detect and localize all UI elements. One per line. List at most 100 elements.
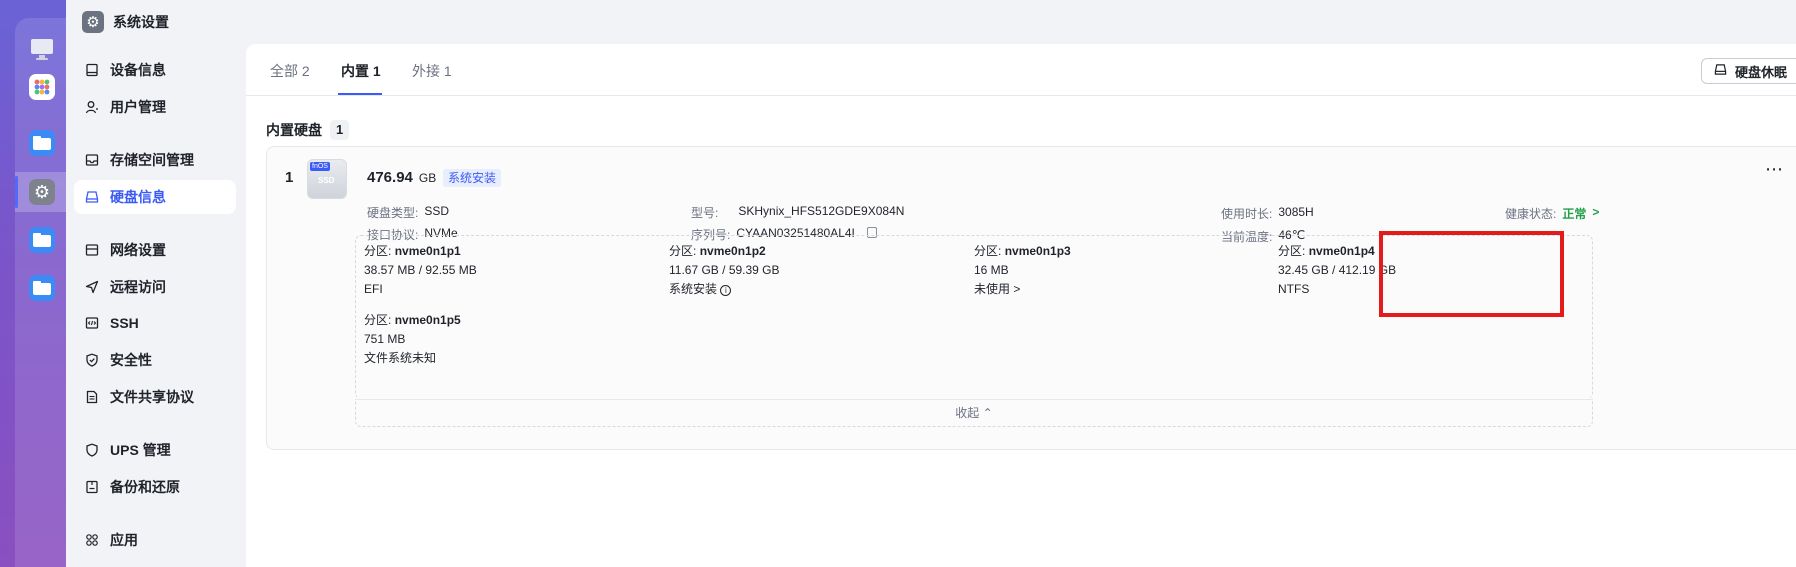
partition-label: 分区: (364, 244, 392, 258)
device-icon (84, 62, 100, 78)
section-title-text: 内置硬盘 (266, 122, 322, 138)
sidebar-item-disk-info[interactable]: 硬盘信息 (74, 180, 236, 214)
more-options-icon[interactable]: ⋯ (1765, 159, 1783, 180)
sidebar-item-label: 存储空间管理 (110, 152, 194, 168)
partition-item: 分区: nvme0n1p5 751 MB 文件系统未知 (364, 311, 461, 368)
ssd-icon: fnOS SSD (307, 159, 347, 199)
field-value: SKHynix_HFS512GDE9X084N (738, 204, 905, 218)
sidebar-item-network[interactable]: 网络设置 (74, 233, 236, 267)
settings-logo-icon: ⚙ (82, 11, 104, 33)
field-value: SSD (424, 204, 450, 218)
partition-name: nvme0n1p5 (394, 313, 461, 327)
ssd-icon-tag: fnOS (310, 162, 330, 171)
partition-name: nvme0n1p1 (394, 244, 461, 258)
red-highlight-box (1379, 231, 1564, 317)
partition-filesystem: EFI (364, 282, 383, 296)
app-grid-icon[interactable] (29, 74, 55, 100)
disk-health-field[interactable]: 健康状态: 正常 > (1505, 205, 1599, 222)
settings-icon[interactable]: ⚙ (29, 179, 55, 205)
sidebar-item-label: 备份和还原 (110, 479, 180, 495)
disk-size: 476.94 GB (367, 169, 436, 186)
sidebar-item-backup[interactable]: 备份和还原 (74, 470, 236, 504)
app-title-text: 系统设置 (113, 14, 169, 30)
collapse-button[interactable]: 收起 ⌃ (355, 399, 1593, 427)
tab-bar: 全部 2 内置 1 外接 1 硬盘休眠 (246, 44, 1796, 96)
sidebar-item-label: 用户管理 (110, 99, 166, 115)
partition-item: 分区: nvme0n1p2 11.67 GB / 59.39 GB 系统安装 i (669, 242, 780, 299)
disk-type-field: 硬盘类型: SSD (367, 204, 449, 221)
ssd-icon-text: SSD (318, 176, 335, 185)
disk-icon (1714, 63, 1727, 79)
folder-icon[interactable] (29, 275, 55, 301)
sidebar-item-file-sharing[interactable]: 文件共享协议 (74, 380, 236, 414)
field-label: 健康状态: (1505, 207, 1557, 221)
sidebar-item-label: 远程访问 (110, 279, 166, 295)
partition-label: 分区: (669, 244, 697, 258)
partition-unused-link[interactable]: 未使用 > (974, 280, 1071, 299)
disk-hours-field: 使用时长: 3085H (1221, 205, 1314, 222)
sidebar-item-remote-access[interactable]: 远程访问 (74, 270, 236, 304)
disk-sleep-label: 硬盘休眠 (1735, 64, 1788, 80)
tab-all[interactable]: 全部 2 (270, 61, 310, 81)
code-icon (84, 315, 100, 331)
apps-icon (84, 532, 100, 548)
system-install-badge: 系统安装 (443, 169, 502, 187)
disk-size-value: 476.94 (367, 169, 413, 186)
tab-active-indicator (338, 93, 382, 95)
sidebar-item-user-management[interactable]: 用户管理 (74, 90, 236, 124)
field-label: 硬盘类型: (367, 206, 419, 220)
app-title: ⚙ 系统设置 (82, 11, 169, 33)
disk-size-unit: GB (418, 171, 437, 185)
tab-external[interactable]: 外接 1 (412, 61, 452, 81)
section-title: 内置硬盘 1 (266, 120, 350, 140)
sidebar-item-label: 网络设置 (110, 242, 166, 258)
ups-icon (84, 442, 100, 458)
sidebar-item-device-info[interactable]: 设备信息 (74, 53, 236, 87)
field-label: 使用时长: (1221, 207, 1273, 221)
health-status-value: 正常 (1562, 207, 1587, 221)
sidebar-item-storage[interactable]: 存储空间管理 (74, 143, 236, 177)
partition-label: 分区: (1278, 244, 1306, 258)
partition-name: nvme0n1p2 (699, 244, 766, 258)
folder-icon[interactable] (29, 227, 55, 253)
sidebar: ⚙ 系统设置 设备信息 用户管理 存储空间管理 硬盘信息 网络设置 远程访问 S… (66, 0, 246, 567)
field-label: 型号: (691, 206, 719, 220)
folder-icon[interactable] (29, 130, 55, 156)
sidebar-item-apps[interactable]: 应用 (74, 523, 236, 557)
file-share-icon (84, 389, 100, 405)
partition-name: nvme0n1p4 (1308, 244, 1375, 258)
remote-icon (84, 279, 100, 295)
sidebar-item-ssh[interactable]: SSH (74, 306, 236, 340)
partition-usage: 751 MB (364, 332, 406, 346)
disk-model-field: 型号: SKHynix_HFS512GDE9X084N (691, 204, 904, 221)
partition-label: 分区: (974, 244, 1002, 258)
partition-filesystem: 文件系统未知 (364, 351, 437, 365)
chevron-right-icon: > (1592, 205, 1600, 219)
dock: ⚙ (0, 0, 66, 567)
backup-icon (84, 479, 100, 495)
disk-card: 1 fnOS SSD 476.94 GB 系统安装 ⋯ 硬盘类型: SSD 接口… (266, 146, 1796, 450)
tab-internal[interactable]: 内置 1 (341, 61, 381, 81)
sidebar-item-ups[interactable]: UPS 管理 (74, 433, 236, 467)
partition-name: nvme0n1p3 (1004, 244, 1071, 258)
partition-item: 分区: nvme0n1p3 16 MB 未使用 > (974, 242, 1071, 299)
sidebar-item-label: SSH (110, 315, 139, 331)
sidebar-item-label: UPS 管理 (110, 442, 171, 458)
partition-item: 分区: nvme0n1p1 38.57 MB / 92.55 MB EFI (364, 242, 477, 299)
sidebar-item-label: 安全性 (110, 352, 152, 368)
info-icon[interactable]: i (720, 285, 732, 296)
partition-usage: 16 MB (974, 263, 1009, 277)
dock-active-indicator (15, 176, 18, 208)
disk-sleep-button[interactable]: 硬盘休眠 (1701, 58, 1796, 84)
user-icon (84, 99, 100, 115)
sidebar-item-label: 设备信息 (110, 62, 166, 78)
partition-usage: 38.57 MB / 92.55 MB (364, 263, 477, 277)
monitor-icon[interactable] (29, 36, 55, 62)
sidebar-item-label: 硬盘信息 (110, 189, 166, 205)
section-count-badge: 1 (330, 120, 350, 140)
partition-label: 分区: (364, 313, 392, 327)
sidebar-item-label: 应用 (110, 532, 138, 548)
sidebar-item-security[interactable]: 安全性 (74, 343, 236, 377)
field-value: 3085H (1278, 205, 1314, 219)
partition-filesystem: 系统安装 (669, 282, 718, 296)
